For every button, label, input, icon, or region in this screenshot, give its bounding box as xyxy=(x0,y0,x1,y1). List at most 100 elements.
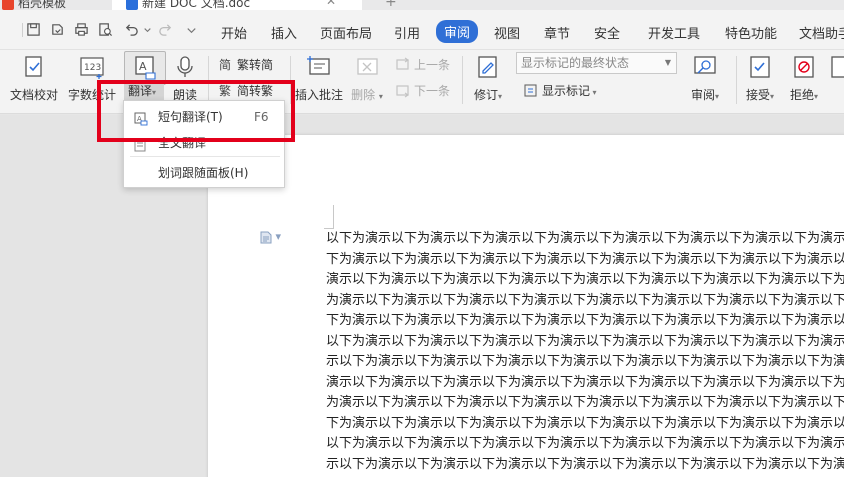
prev-comment-button[interactable]: 上一条 xyxy=(396,56,450,73)
word-follow-panel-label: 划词跟随面板(H) xyxy=(158,166,249,180)
delete-comment-button[interactable]: 删除 ▾ xyxy=(348,50,386,103)
review-pane-label: 审阅▾ xyxy=(684,86,726,103)
translate-dropdown-menu: A 短句翻译(T) F6 全文翻译 划词跟随面板(H) xyxy=(123,100,285,188)
text-line: 为演示以下为演示以下为演示以下为演示以下为演示以下为演示以下为演示以下为演示以下… xyxy=(326,292,844,308)
menu-review[interactable]: 审阅 xyxy=(436,20,479,43)
translate-button[interactable]: A xyxy=(124,50,166,80)
more-ribbon-button[interactable] xyxy=(830,50,844,80)
text-line: 以下为演示以下为演示以下为演示以下为演示以下为演示以下为演示以下为演示以下为演示… xyxy=(326,231,844,246)
doc-check-button[interactable]: 文档校对 xyxy=(6,50,62,103)
menu-item-full-translate[interactable]: 全文翻译 xyxy=(124,131,284,155)
reject-label: 拒绝▾ xyxy=(784,86,824,103)
wps-logo-icon xyxy=(2,0,14,10)
review-pane-text: 审阅 xyxy=(690,88,715,102)
undo-icon[interactable] xyxy=(124,22,139,37)
reject-button[interactable]: 拒绝▾ xyxy=(784,50,824,103)
svg-text:简: 简 xyxy=(219,58,231,72)
previous-change-icon xyxy=(830,54,844,80)
menu-bar: 开始 插入 页面布局 引用 审阅 视图 章节 安全 开发工具 特色功能 文档助手 xyxy=(0,10,844,50)
menu-view[interactable]: 视图 xyxy=(494,23,520,42)
text-line: 以下为演示以下为演示以下为演示以下为演示以下为演示以下为演示以下为演示以下为演示… xyxy=(326,333,844,349)
delete-comment-label: 删除 ▾ xyxy=(348,86,386,103)
close-tab-icon[interactable]: ✕ xyxy=(326,0,336,8)
ribbon-separator xyxy=(462,56,463,104)
reject-icon xyxy=(791,54,817,80)
menu-references[interactable]: 引用 xyxy=(394,23,420,42)
print-preview-icon[interactable] xyxy=(98,22,113,37)
sentence-translate-label: 短句翻译(T) xyxy=(158,110,223,124)
document-body-text[interactable]: 以下为演示以下为演示以下为演示以下为演示以下为演示以下为演示以下为演示以下为演示… xyxy=(326,229,844,475)
track-changes-button[interactable]: 修订▾ xyxy=(468,50,508,103)
review-pane-icon xyxy=(692,54,718,80)
delete-comment-text: 删除 xyxy=(351,88,376,102)
menu-page-layout[interactable]: 页面布局 xyxy=(320,23,372,42)
insert-comment-button[interactable]: 插入批注 xyxy=(294,50,344,103)
text-line: 示以下为演示以下为演示以下为演示以下为演示以下为演示以下为演示以下为演示以下为演… xyxy=(326,354,844,369)
track-changes-label: 修订▾ xyxy=(468,86,508,103)
trad-to-simp-icon: 简 xyxy=(219,57,234,72)
trad-to-simp-button[interactable]: 简繁转简 xyxy=(219,56,273,73)
delete-dropdown-icon[interactable]: ▾ xyxy=(379,92,383,101)
review-pane-dropdown-icon[interactable]: ▾ xyxy=(715,92,719,101)
undo-dropdown-icon[interactable] xyxy=(140,22,151,37)
word-doc-icon xyxy=(126,0,138,10)
word-count-button[interactable]: 123 字数统计 xyxy=(66,50,118,103)
show-markup-dropdown-icon[interactable]: ▾ xyxy=(590,88,597,97)
redo-icon[interactable] xyxy=(158,22,173,37)
reject-text: 拒绝 xyxy=(789,88,814,102)
markup-state-select[interactable]: 显示标记的最终状态 ▼ xyxy=(516,52,677,74)
show-markup-icon xyxy=(524,83,539,98)
insert-comment-icon xyxy=(306,54,332,80)
menu-security[interactable]: 安全 xyxy=(594,23,620,42)
review-pane-button[interactable]: 审阅▾ xyxy=(684,50,726,103)
text-line: 演示以下为演示以下为演示以下为演示以下为演示以下为演示以下为演示以下为演示以下为… xyxy=(326,374,844,390)
simp-to-trad-button[interactable]: 繁简转繁 xyxy=(219,82,273,99)
track-changes-dropdown-icon[interactable]: ▾ xyxy=(498,92,502,101)
accept-text: 接受 xyxy=(745,88,770,102)
menu-developer[interactable]: 开发工具 xyxy=(648,23,700,42)
menu-item-word-follow-panel[interactable]: 划词跟随面板(H) xyxy=(124,161,284,185)
menu-doc-assistant[interactable]: 文档助手 xyxy=(799,23,844,42)
paragraph-layout-icon[interactable]: ▾ xyxy=(260,230,281,244)
menu-separator xyxy=(130,156,280,157)
print-icon[interactable] xyxy=(74,22,89,37)
menu-item-sentence-translate[interactable]: A 短句翻译(T) F6 xyxy=(124,105,284,129)
markup-state-value: 显示标记的最终状态 xyxy=(521,56,630,70)
accept-dropdown-icon[interactable]: ▾ xyxy=(770,92,774,101)
tab-document[interactable]: 新建 DOC 文档.doc xyxy=(112,0,362,10)
accept-button[interactable]: 接受▾ xyxy=(740,50,780,103)
new-tab-icon[interactable]: + xyxy=(385,0,397,10)
translate-icon: A xyxy=(132,54,158,80)
trad-to-simp-label: 繁转简 xyxy=(237,58,274,72)
text-line: 示以下为演示以下为演示以下为演示以下为演示以下为演示以下为演示以下为演示以下为演… xyxy=(326,456,844,472)
ribbon-separator xyxy=(290,56,291,104)
accept-icon xyxy=(747,54,773,80)
text-line: 以下为演示以下为演示以下为演示以下为演示以下为演示以下为演示以下为演示以下为演示… xyxy=(326,436,844,451)
read-aloud-button[interactable]: 朗读 xyxy=(168,50,202,103)
prev-comment-label: 上一条 xyxy=(414,58,451,72)
text-line: 下为演示以下为演示以下为演示以下为演示以下为演示以下为演示以下为演示以下为演示以… xyxy=(326,415,844,431)
simp-to-trad-icon: 繁 xyxy=(219,83,234,98)
microphone-icon xyxy=(172,54,198,80)
menu-insert[interactable]: 插入 xyxy=(271,23,297,42)
next-comment-icon xyxy=(396,83,411,98)
doc-check-icon xyxy=(21,54,47,80)
translate-label[interactable]: 翻译▾ xyxy=(124,82,164,100)
document-tab-strip: 稻壳模板 新建 DOC 文档.doc ✕ + xyxy=(0,0,844,10)
menu-special-features[interactable]: 特色功能 xyxy=(725,23,777,42)
accept-label: 接受▾ xyxy=(740,86,780,103)
menu-chapter[interactable]: 章节 xyxy=(544,23,570,42)
next-comment-label: 下一条 xyxy=(414,84,451,98)
show-markup-label: 显示标记 xyxy=(542,84,591,98)
show-markup-button[interactable]: 显示标记 ▾ xyxy=(524,82,597,99)
output-pdf-icon[interactable] xyxy=(50,22,65,37)
track-changes-text: 修订 xyxy=(473,88,498,102)
customize-toolbar-icon[interactable] xyxy=(184,22,196,37)
quick-access-separator xyxy=(22,23,23,37)
save-icon[interactable] xyxy=(26,22,41,37)
menu-home[interactable]: 开始 xyxy=(221,23,247,42)
reject-dropdown-icon[interactable]: ▾ xyxy=(814,92,818,101)
text-line: 下为演示以下为演示以下为演示以下为演示以下为演示以下为演示以下为演示以下为演示以… xyxy=(326,251,844,267)
tab-template[interactable]: 稻壳模板 xyxy=(2,0,66,10)
next-comment-button[interactable]: 下一条 xyxy=(396,82,450,99)
